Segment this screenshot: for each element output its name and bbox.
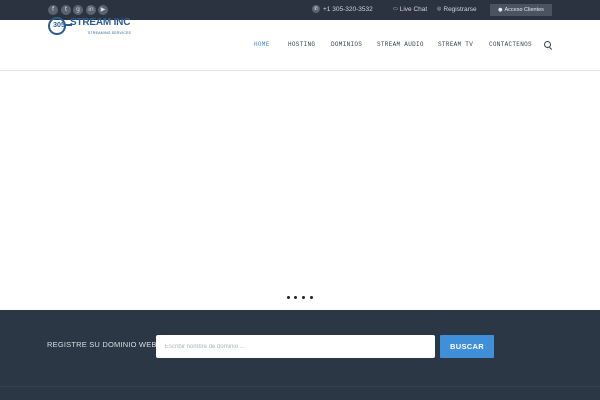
youtube-icon[interactable]: ▶	[98, 5, 108, 15]
twitter-icon[interactable]: t	[61, 5, 71, 15]
footer-divider	[0, 386, 600, 387]
domain-search-input[interactable]	[156, 335, 435, 358]
search-domain-button[interactable]: BUSCAR	[440, 335, 494, 358]
nav-contactenos[interactable]: CONTACTENOS	[489, 20, 532, 70]
register-link[interactable]: ◎ Registrarse	[437, 0, 477, 20]
linkedin-icon[interactable]: in	[86, 5, 96, 15]
slider-dot[interactable]	[286, 295, 291, 300]
user-icon: ●	[498, 7, 503, 13]
logo-tagline: STREAMING SERVICES	[88, 31, 132, 35]
slider-dot[interactable]	[293, 295, 298, 300]
search-icon[interactable]	[544, 41, 551, 48]
client-access-label: Acceso Clientes	[504, 7, 544, 13]
slider-dot[interactable]	[309, 295, 314, 300]
google-plus-icon[interactable]: g	[73, 5, 83, 15]
nav-dominios[interactable]: DOMINIOS	[331, 20, 362, 70]
nav-home[interactable]: HOME	[254, 20, 270, 70]
nav-stream-audio[interactable]: STREAM AUDIO	[377, 20, 424, 70]
chat-icon: ▭	[393, 6, 398, 13]
slider-dot[interactable]	[301, 295, 306, 300]
live-chat-link[interactable]: ▭ Live Chat	[393, 0, 427, 20]
logo-name: STREAM INC	[70, 17, 131, 28]
phone-contact[interactable]: ✆ +1 305-320-3532	[312, 0, 373, 20]
nav-hosting[interactable]: HOSTING	[288, 20, 315, 70]
phone-number: +1 305-320-3532	[323, 6, 373, 13]
domain-search-label: REGISTRE SU DOMINIO WEB:	[47, 340, 159, 349]
phone-icon: ✆	[312, 5, 320, 14]
register-label: Registrarse	[443, 6, 477, 13]
live-chat-label: Live Chat	[399, 6, 428, 13]
register-icon: ◎	[437, 6, 442, 13]
nav-stream-tv[interactable]: STREAM TV	[438, 20, 473, 70]
hero-slider	[0, 71, 600, 310]
client-access-button[interactable]: ● Acceso Clientes	[490, 4, 552, 16]
facebook-icon[interactable]: f	[48, 5, 58, 15]
